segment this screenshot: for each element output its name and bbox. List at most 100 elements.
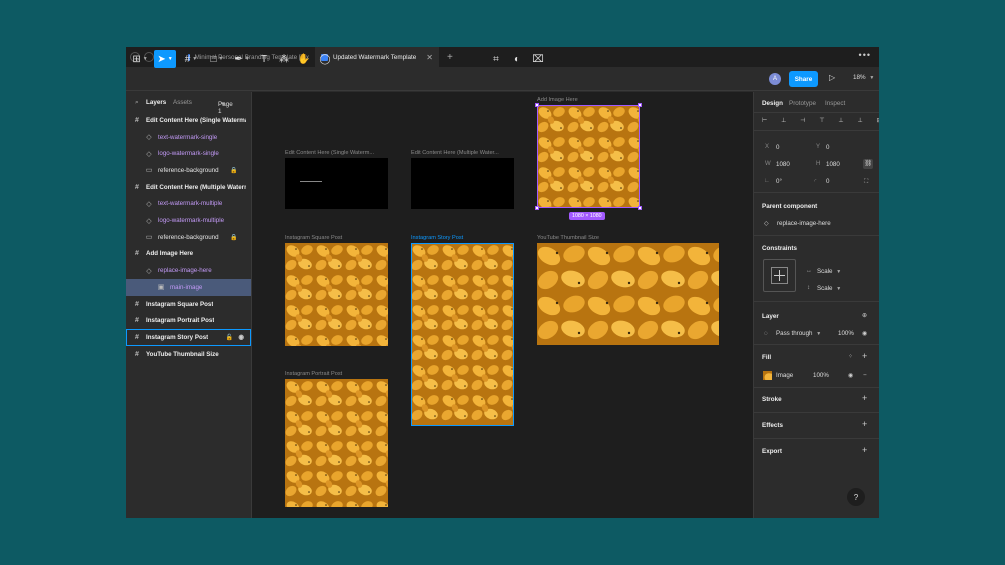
zoom-dropdown[interactable]: 18% ▼ (853, 74, 874, 81)
avatar[interactable]: A (769, 73, 781, 85)
layer-opacity-input[interactable]: 100% (838, 330, 854, 337)
frame-label-ig-square[interactable]: Instagram Square Post (285, 235, 342, 241)
layer-row[interactable]: # Edit Content Here (Multiple Watermarks) (126, 179, 251, 196)
blend-mode-select[interactable]: Pass through ▼ (776, 330, 821, 337)
layer-row[interactable]: # Instagram Portrait Post (126, 312, 251, 329)
fill-type[interactable]: Image (776, 372, 793, 379)
layer-row[interactable]: ◇ text-watermark-multiple (126, 196, 251, 213)
rotation-icon: ∟ (764, 178, 770, 184)
frame-icon: # (135, 333, 139, 341)
constraint-h-line (774, 275, 785, 276)
y-input[interactable]: 0 (826, 144, 829, 151)
fill-opacity[interactable]: 100% (813, 372, 829, 379)
shape-tool-icon[interactable]: □ ▼ (208, 50, 226, 68)
image-fill-swatch[interactable] (763, 371, 772, 380)
radius-input[interactable]: 0 (826, 178, 829, 185)
layer-row[interactable]: ◇ logo-watermark-multiple (126, 212, 251, 229)
share-button[interactable]: Share (789, 71, 818, 87)
text-tool-icon[interactable]: T (258, 50, 270, 68)
h-input[interactable]: 1080 (826, 161, 840, 168)
eye-icon[interactable]: ◉ (238, 333, 244, 341)
constrain-proportions-icon[interactable]: ⛓ (863, 159, 873, 169)
layer-label: Edit Content Here (Multiple Watermarks) (146, 183, 246, 191)
layer-target-icon[interactable]: ⊕ (862, 312, 867, 319)
add-stroke-icon[interactable]: + (862, 393, 867, 403)
frame-label-edit-multiple[interactable]: Edit Content Here (Multiple Water... (411, 150, 499, 156)
tab-design[interactable]: Design (762, 100, 783, 107)
lock-icon[interactable]: 🔒 (230, 167, 237, 174)
frame-label-add-image[interactable]: Add Image Here (537, 97, 578, 103)
properties-panel: Design Prototype Inspect ⊢ ⊥ ⊣ ⊤ ⊥ ⊥ ⊞ X… (753, 92, 879, 518)
align-tools[interactable]: ⊢ ⊥ ⊣ ⊤ ⊥ ⊥ ⊞ (762, 117, 879, 124)
layer-row[interactable]: ▭ reference-background 🔒 (126, 229, 251, 246)
layer-visibility-icon[interactable]: ◉ (862, 330, 867, 337)
layer-row[interactable]: # YouTube Thumbnail Size (126, 346, 251, 363)
unlock-icon[interactable]: 🔓 (226, 334, 233, 341)
resize-handle-tr[interactable] (638, 103, 642, 107)
layer-row[interactable]: ◇ text-watermark-single (126, 129, 251, 146)
vertical-constraint-select[interactable]: Scale ▼ (817, 285, 841, 292)
w-input[interactable]: 1080 (776, 161, 790, 168)
x-input[interactable]: 0 (776, 144, 779, 151)
pen-tool-icon[interactable]: ✒ ▼ (233, 50, 251, 68)
frame-icon: # (135, 183, 139, 191)
frame-label-edit-single[interactable]: Edit Content Here (Single Waterm... (285, 150, 374, 156)
tab-inspect[interactable]: Inspect (825, 100, 845, 107)
mask-icon[interactable]: ◐ (511, 50, 523, 68)
more-icon[interactable]: ••• (859, 50, 871, 60)
frame-ig-square[interactable] (285, 243, 388, 346)
resize-handle-bl[interactable] (535, 206, 539, 210)
frame-label-ig-story[interactable]: Instagram Story Post (411, 235, 463, 241)
horizontal-constraint-select[interactable]: Scale ▼ (817, 268, 841, 275)
rotation-input[interactable]: 0° (776, 178, 782, 185)
tab-prototype[interactable]: Prototype (789, 100, 816, 107)
constraint-widget[interactable] (763, 259, 796, 292)
layer-row[interactable]: # Instagram Square Post (126, 296, 251, 313)
layer-row[interactable]: # Edit Content Here (Single Watermark) (126, 112, 251, 129)
move-tool-icon[interactable]: ➤ ▼ (154, 50, 176, 68)
resize-handle-br[interactable] (638, 206, 642, 210)
fill-styles-icon[interactable]: ⁘ (848, 353, 853, 360)
resize-handle-tl[interactable] (535, 103, 539, 107)
tab-assets[interactable]: Assets (173, 99, 192, 106)
layer-row[interactable]: ▭ reference-background 🔒 (126, 162, 251, 179)
layer-row[interactable]: # Add Image Here (126, 246, 251, 263)
fill-visibility-icon[interactable]: ◉ (848, 372, 853, 379)
layer-row[interactable]: # Instagram Story Post 🔓 ◉ (126, 329, 251, 346)
crop-icon[interactable]: ⌧ (532, 50, 544, 68)
new-tab-icon[interactable]: + (447, 52, 453, 63)
layer-row[interactable]: ◇ replace-image-here (126, 262, 251, 279)
independent-corners-icon[interactable]: ⛶ (864, 178, 868, 186)
hand-tool-icon[interactable]: ✋ (298, 50, 310, 68)
search-icon[interactable]: ⌕ (135, 99, 139, 107)
layer-row[interactable]: ▣ main-image (126, 279, 251, 296)
frame-yt-thumbnail[interactable] (537, 243, 719, 345)
present-icon[interactable]: ▷ (829, 73, 835, 82)
add-fill-icon[interactable]: + (862, 351, 867, 361)
component-icon: ◇ (764, 220, 769, 227)
comment-tool-icon[interactable]: ◯ (319, 50, 331, 68)
layer-label: reference-background (158, 233, 219, 241)
canvas[interactable]: Add Image Here 1080 × 1080 Edit Content … (252, 92, 753, 518)
frame-tool-icon[interactable]: # ▼ (182, 50, 200, 68)
tab-watermark-template[interactable]: Updated Watermark Template ✕ (315, 47, 439, 67)
frame-ig-portrait[interactable] (285, 379, 388, 507)
layer-row[interactable]: ◇ logo-watermark-single (126, 145, 251, 162)
frame-edit-multiple[interactable] (411, 158, 514, 209)
parent-component-link[interactable]: replace-image-here (777, 220, 831, 227)
w-label: W (765, 161, 771, 167)
component-icon[interactable]: ⌗ (490, 50, 502, 68)
export-title: Export (762, 448, 782, 455)
lock-icon[interactable]: 🔒 (230, 234, 237, 241)
tab-layers[interactable]: Layers (146, 99, 166, 106)
frame-label-yt[interactable]: YouTube Thumbnail Size (537, 235, 599, 241)
remove-fill-icon[interactable]: − (863, 372, 867, 379)
help-button[interactable]: ? (847, 488, 865, 506)
add-effect-icon[interactable]: + (862, 419, 867, 429)
resources-tool-icon[interactable]: ⁂ (278, 50, 290, 68)
frame-label-ig-portrait[interactable]: Instagram Portrait Post (285, 371, 342, 377)
main-menu-icon[interactable]: ⊞ ▼ (132, 50, 148, 68)
add-export-icon[interactable]: + (862, 445, 867, 455)
frame-edit-single[interactable] (285, 158, 388, 209)
close-tab-icon[interactable]: ✕ (426, 53, 433, 62)
